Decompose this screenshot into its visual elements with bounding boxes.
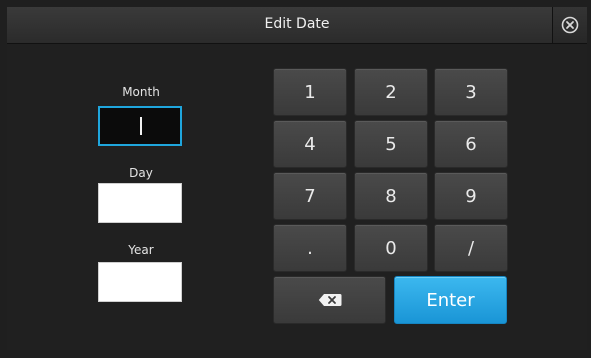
year-field[interactable] (98, 262, 182, 302)
backspace-button[interactable] (273, 276, 386, 324)
dialog-title: Edit Date (264, 16, 330, 32)
key-decimal[interactable]: . (273, 224, 347, 272)
close-button[interactable] (552, 7, 587, 43)
key-8[interactable]: 8 (354, 172, 428, 220)
key-slash[interactable]: / (434, 224, 508, 272)
day-field[interactable] (98, 183, 182, 223)
enter-button[interactable]: Enter (394, 276, 507, 324)
key-6[interactable]: 6 (434, 120, 508, 168)
close-icon (561, 16, 579, 34)
text-caret (140, 117, 142, 135)
edit-date-dialog: Edit Date Month Day Year 1 2 3 4 5 6 7 8… (7, 7, 587, 350)
key-9[interactable]: 9 (434, 172, 508, 220)
key-5[interactable]: 5 (354, 120, 428, 168)
key-1[interactable]: 1 (273, 68, 347, 116)
year-label: Year (128, 243, 154, 257)
titlebar: Edit Date (7, 7, 587, 44)
key-4[interactable]: 4 (273, 120, 347, 168)
day-label: Day (129, 166, 153, 180)
key-3[interactable]: 3 (434, 68, 508, 116)
key-0[interactable]: 0 (354, 224, 428, 272)
month-label: Month (122, 85, 160, 99)
key-2[interactable]: 2 (354, 68, 428, 116)
backspace-icon (318, 294, 341, 306)
key-7[interactable]: 7 (273, 172, 347, 220)
month-field[interactable] (98, 106, 182, 146)
